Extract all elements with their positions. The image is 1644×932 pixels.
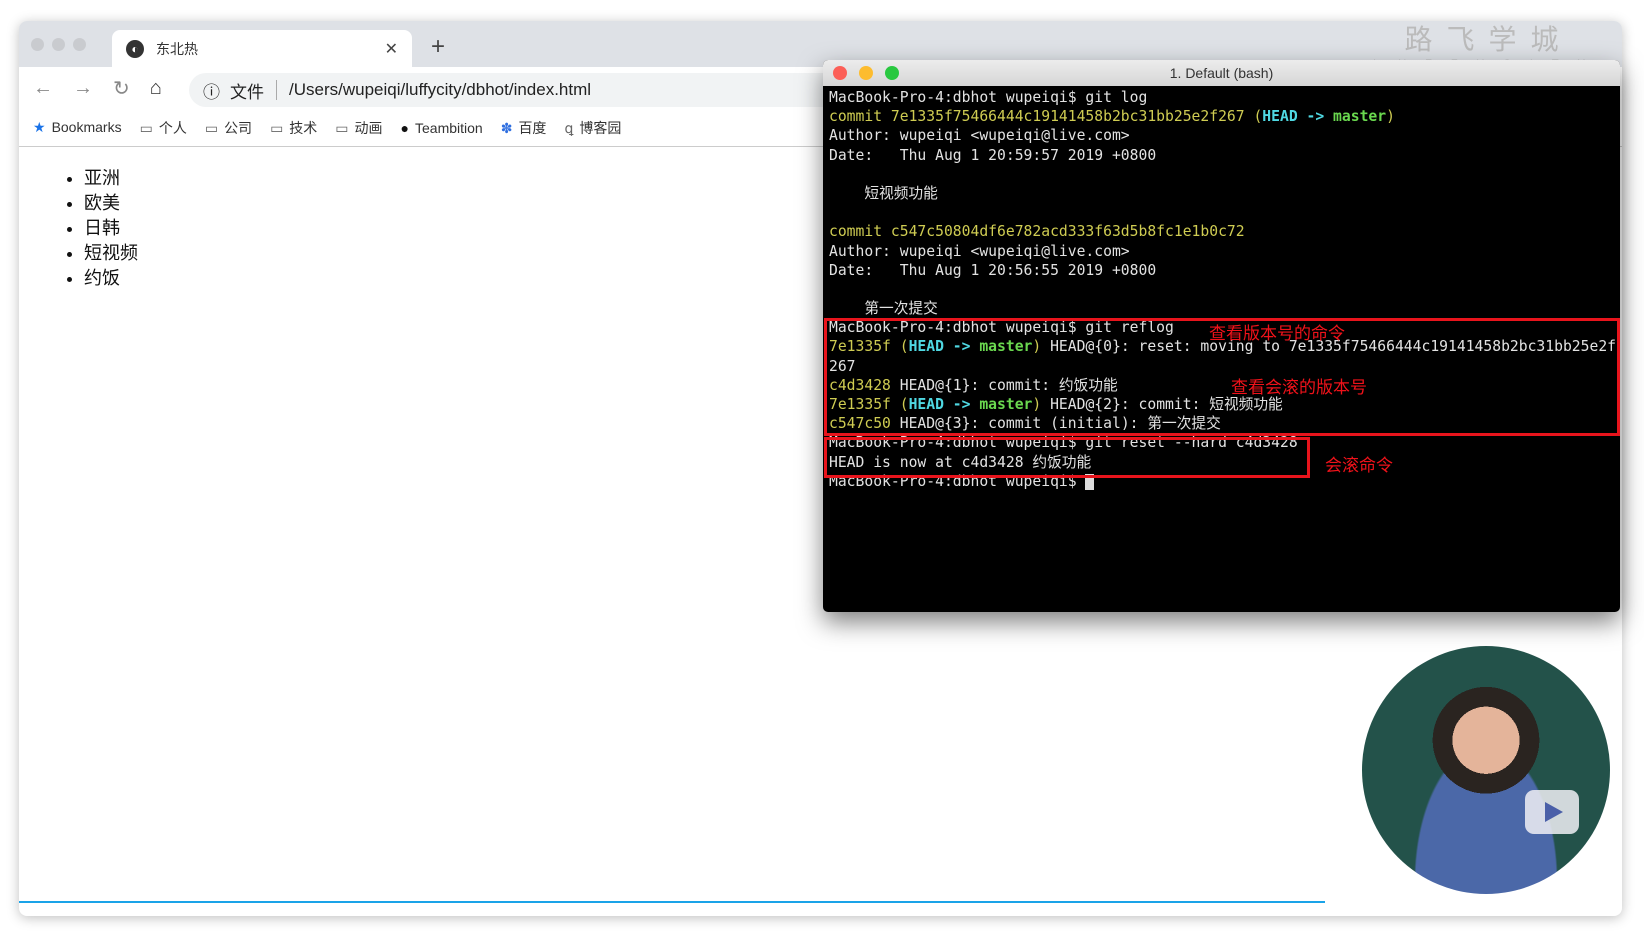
terminal-text: commit 7e1335f75466444c19141458b2bc31bb2…	[829, 108, 1263, 126]
annotation-rollback-cmd: 会滚命令	[1325, 456, 1393, 475]
terminal-text: master	[1333, 108, 1387, 126]
list-item: 约饭	[84, 266, 138, 291]
terminal-title: 1. Default (bash)	[1169, 65, 1274, 81]
terminal-text: Date: Thu Aug 1 20:56:55 2019 +0800	[829, 261, 1157, 279]
list-item: 日韩	[84, 216, 138, 241]
bookmark-baidu[interactable]: ✽ 百度	[501, 118, 547, 138]
globe-icon: ◐	[126, 39, 144, 58]
terminal-line: commit 7e1335f75466444c19141458b2bc31bb2…	[829, 107, 1616, 126]
annotation-reflog: 查看版本号的命令	[1209, 324, 1345, 343]
bookmark-folder[interactable]: ▭ 个人	[140, 118, 187, 138]
terminal-text: Date: Thu Aug 1 20:59:57 2019 +0800	[829, 146, 1157, 164]
bookmark-cnblogs[interactable]: ꝗ 博客园	[564, 118, 621, 138]
terminal-text: HEAD ->	[1262, 108, 1334, 126]
info-icon[interactable]: ⓘ	[203, 78, 220, 103]
region-list: 亚洲 欧美 日韩 短视频 约饭	[64, 166, 138, 291]
play-icon	[1525, 790, 1579, 834]
terminal-line: Date: Thu Aug 1 20:59:57 2019 +0800	[829, 146, 1616, 165]
url-text[interactable]: /Users/wupeiqi/luffycity/dbhot/index.htm…	[289, 80, 591, 100]
minimize-button[interactable]	[859, 66, 873, 80]
terminal-text: commit c547c50804df6e782acd333f63d5b8fc1…	[829, 223, 1245, 241]
list-item: 欧美	[84, 191, 138, 216]
terminal-text: Author: wupeiqi <wupeiqi@live.com>	[829, 127, 1130, 145]
terminal-line: Author: wupeiqi <wupeiqi@live.com>	[829, 242, 1616, 261]
close-tab-icon[interactable]: ✕	[385, 39, 398, 59]
terminal-line: 短视频功能	[829, 184, 1616, 203]
terminal-text: )	[1386, 108, 1395, 126]
terminal-titlebar[interactable]: 1. Default (bash)	[823, 60, 1620, 86]
reload-icon[interactable]: ↻	[113, 76, 130, 101]
new-tab-button[interactable]: +	[431, 33, 445, 61]
bookmark-folder[interactable]: ▭ 技术	[270, 118, 317, 138]
tab-active[interactable]: ◐ 东北热 ✕	[112, 30, 412, 67]
url-label: 文件	[230, 82, 264, 102]
annotation-rollback-version: 查看会滚的版本号	[1231, 378, 1367, 397]
bookmark-folder[interactable]: ▭ 公司	[205, 118, 252, 138]
highlight-box-reset	[824, 437, 1310, 478]
terminal-line: Date: Thu Aug 1 20:56:55 2019 +0800	[829, 261, 1616, 280]
list-item: 亚洲	[84, 166, 138, 191]
home-icon[interactable]: ⌂	[150, 77, 162, 100]
window-controls[interactable]	[31, 38, 86, 51]
forward-icon[interactable]: →	[73, 77, 93, 100]
terminal-text: 短视频功能	[829, 184, 938, 202]
terminal-line: MacBook-Pro-4:dbhot wupeiqi$ git log	[829, 88, 1616, 107]
terminal-line: 第一次提交	[829, 299, 1616, 318]
tab-title: 东北热	[156, 40, 198, 57]
presenter-video	[1362, 646, 1610, 894]
terminal-line: Author: wupeiqi <wupeiqi@live.com>	[829, 126, 1616, 145]
video-progress	[19, 901, 1325, 903]
bookmark-teambition[interactable]: ● Teambition	[401, 120, 483, 136]
terminal-text: MacBook-Pro-4:dbhot wupeiqi$ git log	[829, 89, 1148, 106]
terminal-line: commit c547c50804df6e782acd333f63d5b8fc1…	[829, 222, 1616, 241]
back-icon[interactable]: ←	[33, 77, 53, 100]
terminal-text: Author: wupeiqi <wupeiqi@live.com>	[829, 242, 1130, 260]
address-bar[interactable]: ⓘ 文件 /Users/wupeiqi/luffycity/dbhot/inde…	[189, 73, 869, 107]
zoom-button[interactable]	[885, 66, 899, 80]
close-button[interactable]	[833, 66, 847, 80]
list-item: 短视频	[84, 241, 138, 266]
bookmark-folder[interactable]: ▭ 动画	[335, 118, 382, 138]
terminal-text: 第一次提交	[829, 300, 938, 318]
bookmark-bookmarks[interactable]: ★ Bookmarks	[33, 119, 122, 136]
